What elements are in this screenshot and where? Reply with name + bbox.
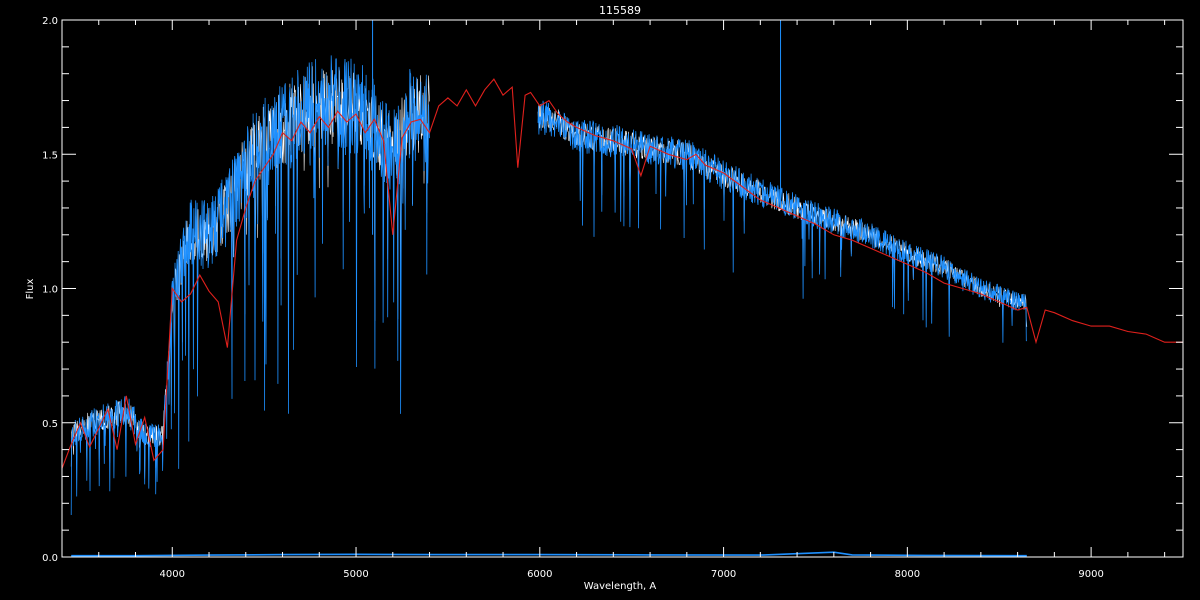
y-tick-label: 2.0 [42,16,58,27]
spectrum-chart: 115589 4000 5000 6000 7000 8000 9000 0.0 0.5 1.… [0,0,1200,600]
x-tick-label: 4000 [160,569,185,580]
y-tick-label: 1.0 [42,285,58,296]
x-tick-label: 9000 [1078,569,1103,580]
x-tick-label: 7000 [711,569,736,580]
y-tick-label: 0.0 [42,553,58,564]
x-tick-label: 8000 [895,569,920,580]
y-tick-label: 0.5 [42,419,58,430]
y-axis-label: Flux [25,279,36,300]
y-tick-label: 1.5 [42,150,58,161]
chart-title: 115589 [599,4,641,17]
x-tick-label: 6000 [527,569,552,580]
x-tick-label: 5000 [343,569,368,580]
x-axis-label: Wavelength, A [584,581,657,592]
